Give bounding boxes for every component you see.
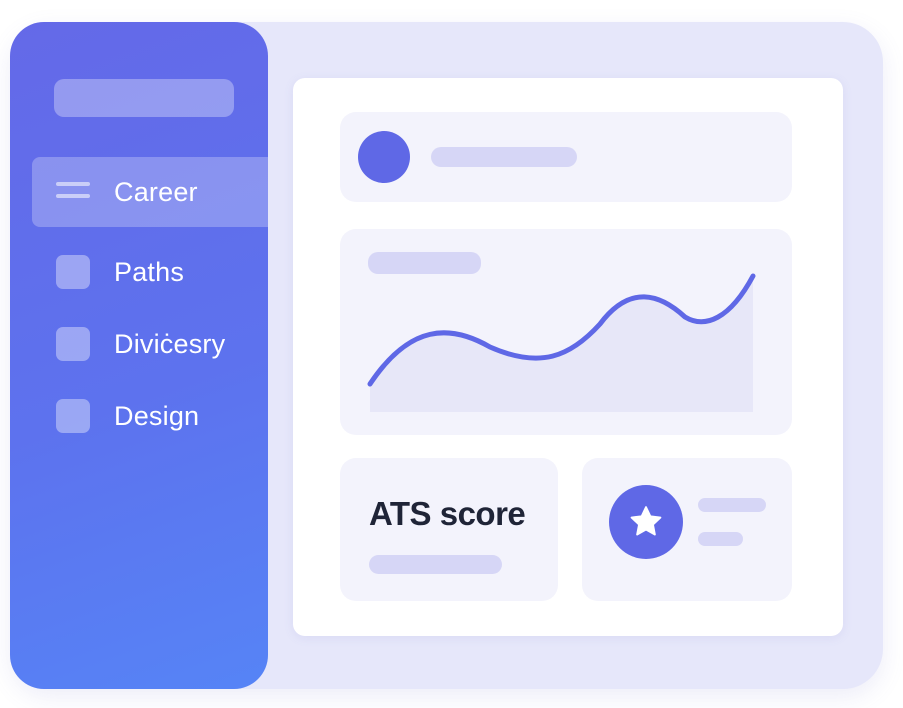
- avatar: [358, 131, 410, 183]
- rating-line-placeholder: [698, 498, 766, 512]
- trend-chart-card[interactable]: [340, 229, 792, 435]
- rating-line-placeholder: [698, 532, 743, 546]
- profile-card[interactable]: [340, 112, 792, 202]
- sidebar-item-label: Diviċesry: [114, 328, 226, 359]
- sidebar-search-placeholder[interactable]: [54, 79, 234, 117]
- square-icon: [56, 255, 90, 289]
- menu-icon: [56, 179, 90, 205]
- sidebar-item-label: Paths: [114, 256, 185, 287]
- star-icon: [630, 506, 662, 536]
- ats-score-title: ATS score: [369, 495, 526, 532]
- sidebar-item-design[interactable]: Design: [32, 381, 268, 451]
- profile-name-placeholder: [431, 147, 577, 167]
- sidebar-item-divicesry[interactable]: Diviċesry: [32, 309, 268, 379]
- ats-score-placeholder: [369, 555, 502, 574]
- ats-score-card[interactable]: ATS score: [340, 458, 558, 601]
- sidebar-item-paths[interactable]: Paths: [32, 237, 268, 307]
- sidebar-item-career[interactable]: Career: [32, 157, 268, 227]
- line-chart-icon: [367, 273, 756, 412]
- star-badge: [609, 485, 683, 559]
- rating-card[interactable]: [582, 458, 792, 601]
- sidebar-item-label: Design: [114, 400, 200, 431]
- square-icon: [56, 399, 90, 433]
- main-panel: ATS score: [293, 78, 843, 636]
- sidebar-item-label: Career: [114, 176, 198, 207]
- sidebar: Career Paths Diviċesry Design: [10, 22, 268, 689]
- chart-area-fill: [370, 274, 753, 412]
- square-icon: [56, 327, 90, 361]
